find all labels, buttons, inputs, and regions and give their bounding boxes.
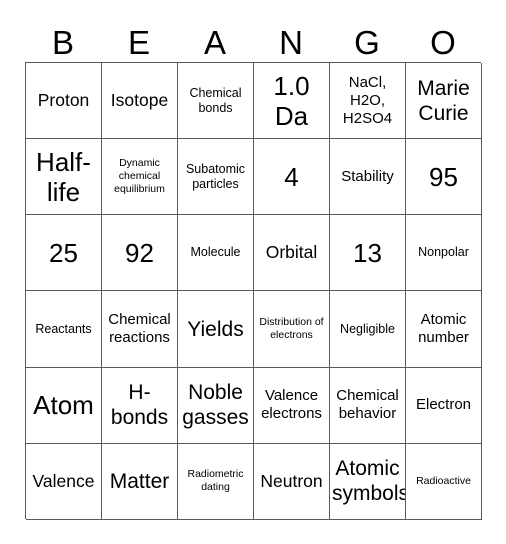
bingo-cell[interactable]: Subatomic particles [178, 139, 254, 216]
bingo-cell[interactable]: 92 [102, 215, 178, 292]
bingo-cell-label: 1.0 Da [273, 70, 310, 131]
bingo-cell[interactable]: Isotope [102, 63, 178, 140]
bingo-cell-label: Isotope [110, 90, 169, 111]
bingo-header-letter-o: O [430, 24, 456, 61]
bingo-cell[interactable]: Valence [26, 443, 102, 520]
bingo-cell[interactable]: Radiometric dating [178, 443, 254, 520]
bingo-cell[interactable]: 1.0 Da [254, 63, 330, 140]
bingo-cell[interactable]: Dynamic chemical equilibrium [102, 139, 178, 216]
bingo-cell-label: 25 [49, 237, 78, 268]
bingo-cell[interactable]: Negligible [330, 291, 406, 368]
bingo-header-row: BEANGO [25, 14, 481, 60]
bingo-cell-label: Valence electrons [261, 387, 322, 423]
bingo-cell[interactable]: Neutron [254, 443, 330, 520]
bingo-cell-label: 4 [284, 161, 299, 192]
bingo-header-letter-a: A [203, 24, 226, 61]
bingo-header-letter-n: N [279, 24, 303, 61]
bingo-cell[interactable]: Atom [26, 367, 102, 444]
bingo-cell-label: Stability [341, 167, 394, 185]
bingo-cell-label: 92 [125, 237, 154, 268]
bingo-cell-label: Molecule [190, 245, 241, 260]
bingo-cell[interactable]: Atomic symbols [330, 443, 406, 520]
bingo-cell-label: 13 [353, 237, 382, 268]
bingo-cell[interactable]: Half-life [26, 139, 102, 216]
bingo-cell-label: Atomic symbols [332, 457, 406, 506]
bingo-cell[interactable]: H-bonds [102, 367, 178, 444]
bingo-header-letter-b: B [51, 24, 74, 61]
bingo-cell-label: H-bonds [110, 381, 169, 430]
bingo-cell-label: Radiometric dating [187, 468, 244, 494]
bingo-cell[interactable]: 25 [26, 215, 102, 292]
bingo-cell-label: Chemical bonds [189, 85, 242, 115]
bingo-cell[interactable]: Yields [178, 291, 254, 368]
bingo-cell[interactable]: Electron [406, 367, 482, 444]
bingo-cell-label: Proton [37, 90, 90, 111]
bingo-cell-label: Noble gasses [182, 381, 249, 430]
bingo-cell-label: 95 [429, 161, 458, 192]
bingo-cell[interactable]: 95 [406, 139, 482, 216]
bingo-cell-label: Nonpolar [418, 245, 469, 260]
bingo-cell[interactable]: Atomic number [406, 291, 482, 368]
bingo-cell[interactable]: Chemical reactions [102, 291, 178, 368]
bingo-cell-label: Marie Curie [417, 76, 470, 125]
bingo-header-letter-e: E [127, 24, 150, 61]
bingo-cell-label: Valence [32, 470, 95, 491]
bingo-cell[interactable]: Chemical bonds [178, 63, 254, 140]
bingo-cell[interactable]: Reactants [26, 291, 102, 368]
bingo-cell[interactable]: Distribution of electrons [254, 291, 330, 368]
bingo-card: B E A N G O Proton Isotope Chemical bonds 1.0 Da… [0, 0, 506, 544]
bingo-cell-label: Yields [187, 317, 244, 341]
bingo-cell-label: Subatomic particles [185, 161, 246, 191]
bingo-cell-label: Dynamic chemical equilibrium [114, 157, 165, 196]
bingo-cell-label: Distribution of electrons [259, 316, 324, 342]
bingo-cell[interactable]: Noble gasses [178, 367, 254, 444]
bingo-cell[interactable]: Molecule [178, 215, 254, 292]
bingo-cell-label: Neutron [260, 470, 323, 491]
bingo-cell-label: NaCl, H2O, H2SO4 [342, 73, 393, 127]
bingo-cell[interactable]: Valence electrons [254, 367, 330, 444]
bingo-cell-label: Half-life [36, 146, 91, 207]
bingo-cell[interactable]: Marie Curie [406, 63, 482, 140]
bingo-cell[interactable]: Proton [26, 63, 102, 140]
bingo-cell-label: Orbital [265, 242, 318, 263]
bingo-cell[interactable]: Nonpolar [406, 215, 482, 292]
bingo-cell-label: Atomic number [418, 311, 469, 347]
bingo-cell[interactable]: 4 [254, 139, 330, 216]
bingo-cell[interactable]: Chemical behavior [330, 367, 406, 444]
bingo-grid: Proton Isotope Chemical bonds 1.0 Da NaCl, H… [25, 62, 482, 520]
bingo-cell-label: Matter [109, 469, 170, 493]
bingo-cell[interactable]: Matter [102, 443, 178, 520]
bingo-cell-label: Atom [33, 390, 94, 421]
bingo-cell-label: Radioactive [416, 474, 471, 487]
bingo-cell[interactable]: Stability [330, 139, 406, 216]
bingo-header-letter-g: G [354, 24, 380, 61]
bingo-cell[interactable]: Radioactive [406, 443, 482, 520]
bingo-cell-label: Chemical behavior [336, 387, 399, 423]
bingo-cell-label: Chemical reactions [108, 311, 171, 347]
bingo-cell-label: Negligible [340, 321, 395, 336]
bingo-cell-label: Electron [415, 396, 472, 414]
bingo-cell[interactable]: NaCl, H2O, H2SO4 [330, 63, 406, 140]
bingo-cell[interactable]: 13 [330, 215, 406, 292]
bingo-cell[interactable]: Orbital [254, 215, 330, 292]
bingo-cell-label: Reactants [35, 321, 92, 336]
